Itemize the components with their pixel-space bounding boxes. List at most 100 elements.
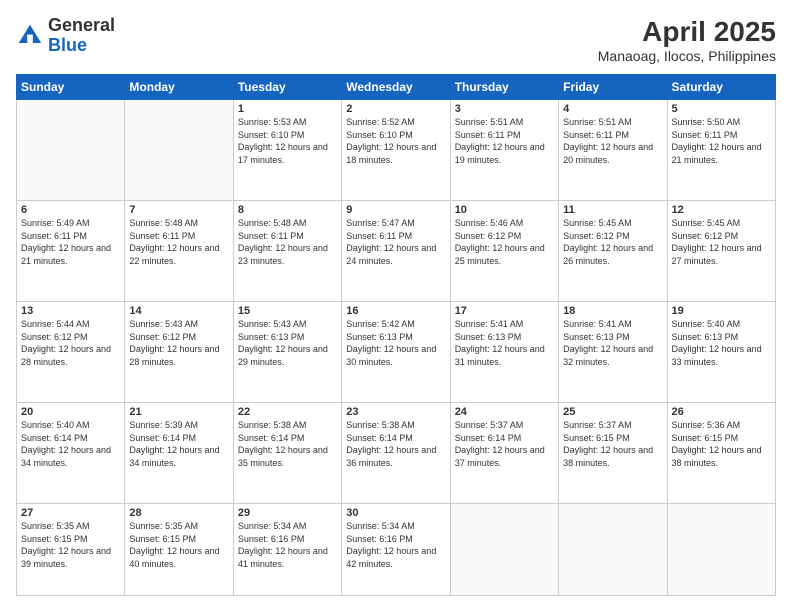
cell-4-6: 25Sunrise: 5:37 AM Sunset: 6:15 PM Dayli… [559,403,667,504]
cell-info: Sunrise: 5:43 AM Sunset: 6:13 PM Dayligh… [238,318,337,368]
day-number: 22 [238,406,337,418]
cell-info: Sunrise: 5:45 AM Sunset: 6:12 PM Dayligh… [672,217,771,267]
col-wednesday: Wednesday [342,75,450,100]
day-number: 16 [346,305,445,317]
cell-5-2: 28Sunrise: 5:35 AM Sunset: 6:15 PM Dayli… [125,504,233,596]
cell-info: Sunrise: 5:50 AM Sunset: 6:11 PM Dayligh… [672,116,771,166]
cell-info: Sunrise: 5:40 AM Sunset: 6:14 PM Dayligh… [21,419,120,469]
logo-text: General Blue [48,16,115,56]
col-tuesday: Tuesday [233,75,341,100]
day-number: 17 [455,305,554,317]
day-number: 13 [21,305,120,317]
cell-5-1: 27Sunrise: 5:35 AM Sunset: 6:15 PM Dayli… [17,504,125,596]
cell-info: Sunrise: 5:37 AM Sunset: 6:15 PM Dayligh… [563,419,662,469]
cell-3-5: 17Sunrise: 5:41 AM Sunset: 6:13 PM Dayli… [450,302,558,403]
cell-info: Sunrise: 5:51 AM Sunset: 6:11 PM Dayligh… [563,116,662,166]
week-row-4: 20Sunrise: 5:40 AM Sunset: 6:14 PM Dayli… [17,403,776,504]
cell-4-4: 23Sunrise: 5:38 AM Sunset: 6:14 PM Dayli… [342,403,450,504]
col-thursday: Thursday [450,75,558,100]
cell-info: Sunrise: 5:42 AM Sunset: 6:13 PM Dayligh… [346,318,445,368]
cell-4-5: 24Sunrise: 5:37 AM Sunset: 6:14 PM Dayli… [450,403,558,504]
logo-blue: Blue [48,35,87,55]
cell-3-4: 16Sunrise: 5:42 AM Sunset: 6:13 PM Dayli… [342,302,450,403]
cell-info: Sunrise: 5:47 AM Sunset: 6:11 PM Dayligh… [346,217,445,267]
cell-1-2 [125,100,233,201]
cell-info: Sunrise: 5:38 AM Sunset: 6:14 PM Dayligh… [238,419,337,469]
cell-3-6: 18Sunrise: 5:41 AM Sunset: 6:13 PM Dayli… [559,302,667,403]
cell-5-3: 29Sunrise: 5:34 AM Sunset: 6:16 PM Dayli… [233,504,341,596]
cell-3-3: 15Sunrise: 5:43 AM Sunset: 6:13 PM Dayli… [233,302,341,403]
cell-5-7 [667,504,775,596]
day-number: 8 [238,204,337,216]
cell-info: Sunrise: 5:40 AM Sunset: 6:13 PM Dayligh… [672,318,771,368]
cell-1-4: 2Sunrise: 5:52 AM Sunset: 6:10 PM Daylig… [342,100,450,201]
col-monday: Monday [125,75,233,100]
cell-3-1: 13Sunrise: 5:44 AM Sunset: 6:12 PM Dayli… [17,302,125,403]
title-block: April 2025 Manaoag, Ilocos, Philippines [598,16,776,64]
cell-info: Sunrise: 5:44 AM Sunset: 6:12 PM Dayligh… [21,318,120,368]
cell-info: Sunrise: 5:34 AM Sunset: 6:16 PM Dayligh… [346,520,445,570]
cell-2-2: 7Sunrise: 5:48 AM Sunset: 6:11 PM Daylig… [125,201,233,302]
cell-5-4: 30Sunrise: 5:34 AM Sunset: 6:16 PM Dayli… [342,504,450,596]
day-number: 5 [672,103,771,115]
day-number: 26 [672,406,771,418]
col-friday: Friday [559,75,667,100]
calendar-subtitle: Manaoag, Ilocos, Philippines [598,48,776,64]
cell-2-5: 10Sunrise: 5:46 AM Sunset: 6:12 PM Dayli… [450,201,558,302]
day-number: 7 [129,204,228,216]
day-number: 21 [129,406,228,418]
day-number: 24 [455,406,554,418]
cell-2-7: 12Sunrise: 5:45 AM Sunset: 6:12 PM Dayli… [667,201,775,302]
header: General Blue April 2025 Manaoag, Ilocos,… [16,16,776,64]
day-number: 1 [238,103,337,115]
day-number: 28 [129,507,228,519]
cell-info: Sunrise: 5:35 AM Sunset: 6:15 PM Dayligh… [21,520,120,570]
cell-2-3: 8Sunrise: 5:48 AM Sunset: 6:11 PM Daylig… [233,201,341,302]
cell-4-7: 26Sunrise: 5:36 AM Sunset: 6:15 PM Dayli… [667,403,775,504]
cell-info: Sunrise: 5:37 AM Sunset: 6:14 PM Dayligh… [455,419,554,469]
cell-4-3: 22Sunrise: 5:38 AM Sunset: 6:14 PM Dayli… [233,403,341,504]
cell-info: Sunrise: 5:34 AM Sunset: 6:16 PM Dayligh… [238,520,337,570]
day-number: 12 [672,204,771,216]
day-number: 3 [455,103,554,115]
cell-5-6 [559,504,667,596]
cell-info: Sunrise: 5:36 AM Sunset: 6:15 PM Dayligh… [672,419,771,469]
day-number: 25 [563,406,662,418]
calendar-title: April 2025 [598,16,776,48]
day-number: 29 [238,507,337,519]
day-number: 15 [238,305,337,317]
cell-4-2: 21Sunrise: 5:39 AM Sunset: 6:14 PM Dayli… [125,403,233,504]
cell-1-7: 5Sunrise: 5:50 AM Sunset: 6:11 PM Daylig… [667,100,775,201]
day-number: 30 [346,507,445,519]
col-sunday: Sunday [17,75,125,100]
day-number: 9 [346,204,445,216]
day-number: 2 [346,103,445,115]
logo-general: General [48,15,115,35]
cell-info: Sunrise: 5:49 AM Sunset: 6:11 PM Dayligh… [21,217,120,267]
day-number: 6 [21,204,120,216]
logo-icon [16,22,44,50]
week-row-2: 6Sunrise: 5:49 AM Sunset: 6:11 PM Daylig… [17,201,776,302]
cell-info: Sunrise: 5:46 AM Sunset: 6:12 PM Dayligh… [455,217,554,267]
cell-5-5 [450,504,558,596]
cell-info: Sunrise: 5:53 AM Sunset: 6:10 PM Dayligh… [238,116,337,166]
day-number: 11 [563,204,662,216]
day-number: 18 [563,305,662,317]
cell-1-1 [17,100,125,201]
week-row-5: 27Sunrise: 5:35 AM Sunset: 6:15 PM Dayli… [17,504,776,596]
week-row-1: 1Sunrise: 5:53 AM Sunset: 6:10 PM Daylig… [17,100,776,201]
cell-1-3: 1Sunrise: 5:53 AM Sunset: 6:10 PM Daylig… [233,100,341,201]
cell-1-6: 4Sunrise: 5:51 AM Sunset: 6:11 PM Daylig… [559,100,667,201]
cell-info: Sunrise: 5:45 AM Sunset: 6:12 PM Dayligh… [563,217,662,267]
day-number: 23 [346,406,445,418]
cell-2-1: 6Sunrise: 5:49 AM Sunset: 6:11 PM Daylig… [17,201,125,302]
cell-info: Sunrise: 5:43 AM Sunset: 6:12 PM Dayligh… [129,318,228,368]
cell-info: Sunrise: 5:41 AM Sunset: 6:13 PM Dayligh… [455,318,554,368]
cell-1-5: 3Sunrise: 5:51 AM Sunset: 6:11 PM Daylig… [450,100,558,201]
cell-info: Sunrise: 5:39 AM Sunset: 6:14 PM Dayligh… [129,419,228,469]
day-number: 4 [563,103,662,115]
day-number: 19 [672,305,771,317]
day-number: 14 [129,305,228,317]
day-number: 27 [21,507,120,519]
cell-3-7: 19Sunrise: 5:40 AM Sunset: 6:13 PM Dayli… [667,302,775,403]
